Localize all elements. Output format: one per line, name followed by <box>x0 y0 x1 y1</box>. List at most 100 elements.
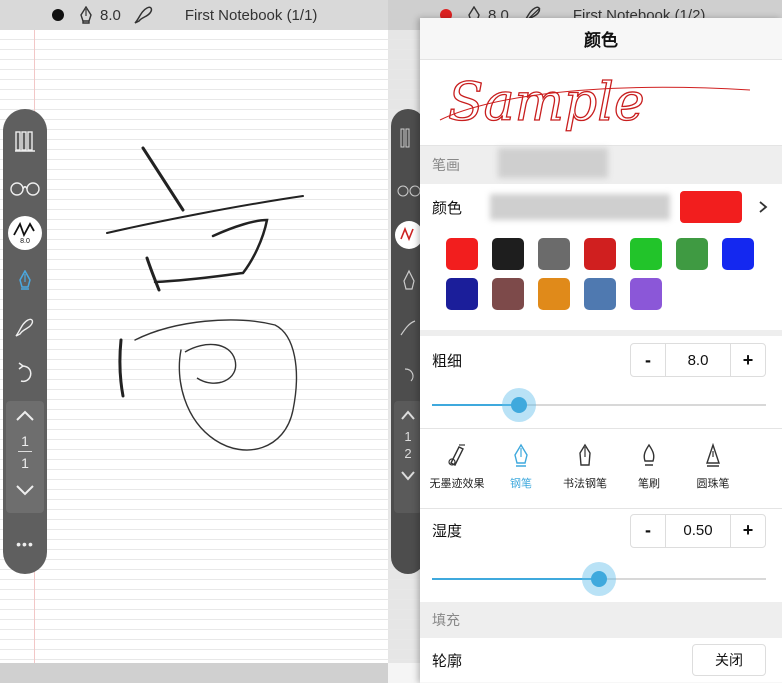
section-stroke-label: 笔画 <box>432 157 460 173</box>
page-down-button[interactable] <box>6 479 44 501</box>
fountain-pen-icon <box>514 443 528 467</box>
color-indicator[interactable] <box>52 9 64 21</box>
pen-size-button[interactable]: 8.0 <box>3 213 47 253</box>
thickness-row: 粗细 - 8.0 + <box>420 336 782 384</box>
pen-type-option[interactable]: 圆珠笔 <box>678 429 748 491</box>
brush-button[interactable] <box>3 307 47 347</box>
color-swatch[interactable] <box>584 278 616 310</box>
pen-size-badge: 8.0 <box>20 238 30 245</box>
blurred-area <box>498 148 608 178</box>
thickness-slider[interactable] <box>432 388 766 422</box>
close-button[interactable]: 关闭 <box>692 644 766 676</box>
chevron-right-icon <box>759 201 768 213</box>
current-color-swatch[interactable] <box>680 191 742 223</box>
page-divider <box>18 451 32 452</box>
page-current: 1 <box>404 429 412 444</box>
pen-size-circle: 8.0 <box>8 216 42 250</box>
blurred-area <box>490 194 670 220</box>
status-bar: 8.0 First Notebook (1/1) <box>0 0 388 30</box>
color-swatch[interactable] <box>446 278 478 310</box>
color-swatch-grid <box>420 230 782 330</box>
pen-type-selector: 无墨迹效果 钢笔 书法钢笔 笔刷 圆珠笔 <box>420 428 782 508</box>
color-swatch[interactable] <box>446 238 478 270</box>
thickness-slider-row <box>420 384 782 428</box>
color-swatch[interactable] <box>492 278 524 310</box>
brush-icon <box>15 318 34 337</box>
pen-type-label: 书法钢笔 <box>563 478 607 490</box>
wetness-stepper: - 0.50 + <box>630 513 766 548</box>
right-screen: 8.0 First Notebook (1/2) 1 2 颜色 Sample 笔… <box>388 0 782 683</box>
wetness-value[interactable]: 0.50 <box>665 514 731 547</box>
outline-row[interactable]: 轮廓 关闭 <box>420 638 782 682</box>
thickness-increase-button[interactable]: + <box>731 344 765 376</box>
pen-type-label: 笔刷 <box>638 478 660 490</box>
wetness-label: 湿度 <box>432 523 463 540</box>
color-swatch[interactable] <box>538 278 570 310</box>
chevron-down-icon <box>16 485 34 496</box>
sample-text: Sample <box>448 73 645 133</box>
wetness-slider-thumb[interactable] <box>582 562 616 596</box>
read-mode-button[interactable] <box>3 169 47 205</box>
pen-icon[interactable] <box>78 6 94 24</box>
sample-preview: Sample <box>420 60 782 146</box>
color-panel: 颜色 Sample 笔画 颜色 粗细 - 8.0 + 无墨迹效果 钢笔 书法钢笔… <box>420 18 782 683</box>
thickness-stepper: - 8.0 + <box>630 343 766 377</box>
ballpoint-pen-icon <box>706 443 720 467</box>
page-navigator-dimmed: 1 2 <box>394 401 422 513</box>
pen-type-label: 钢笔 <box>510 478 532 490</box>
sample-stroke: Sample <box>439 72 751 134</box>
brush-pen-icon <box>643 443 655 466</box>
color-swatch[interactable] <box>538 238 570 270</box>
wetness-increase-button[interactable]: + <box>731 515 765 547</box>
thickness-value[interactable]: 8.0 <box>665 344 731 376</box>
wetness-slider-row <box>420 552 782 602</box>
glasses-icon <box>10 182 40 196</box>
wetness-decrease-button[interactable]: - <box>631 515 665 547</box>
outline-label: 轮廓 <box>432 652 463 670</box>
page-total: 1 <box>21 455 29 471</box>
thickness-label: 粗细 <box>432 352 463 370</box>
color-swatch[interactable] <box>676 238 708 270</box>
color-swatch[interactable] <box>722 238 754 270</box>
pen-type-label: 圆珠笔 <box>696 478 730 490</box>
wetness-slider[interactable] <box>432 562 766 596</box>
more-button[interactable]: ••• <box>3 529 47 559</box>
side-toolbar: 8.0 1 1 ••• <box>3 109 47 574</box>
library-button[interactable] <box>3 123 47 159</box>
pen-type-option[interactable]: 无墨迹效果 <box>422 429 492 491</box>
pen-type-option[interactable]: 笔刷 <box>614 429 684 491</box>
bottom-strip <box>0 663 388 683</box>
page-up-button[interactable] <box>6 405 44 427</box>
calligraphy-pen-icon <box>579 443 591 466</box>
library-icon <box>15 131 35 152</box>
color-label: 颜色 <box>432 199 463 217</box>
chevron-down-icon <box>401 471 415 481</box>
chevron-up-icon <box>16 410 34 421</box>
color-swatch[interactable] <box>492 238 524 270</box>
thickness-decrease-button[interactable]: - <box>631 344 665 376</box>
fountain-pen-button[interactable] <box>3 261 47 301</box>
handwritten-character <box>106 146 304 451</box>
page-navigator: 1 1 <box>6 401 44 513</box>
no-ink-pen-icon <box>448 444 465 466</box>
chevron-up-icon <box>401 410 415 420</box>
pen-type-option[interactable]: 书法钢笔 <box>550 429 620 491</box>
pen-size-value: 8.0 <box>100 6 121 24</box>
section-fill-label: 填充 <box>432 612 460 628</box>
color-row[interactable]: 颜色 <box>420 184 782 230</box>
undo-button[interactable] <box>3 355 47 391</box>
fountain-pen-icon <box>19 270 31 290</box>
thickness-slider-thumb[interactable] <box>501 388 536 422</box>
brush-icon[interactable] <box>133 5 155 25</box>
color-swatch[interactable] <box>630 278 662 310</box>
wetness-row: 湿度 - 0.50 + <box>420 508 782 552</box>
section-fill: 填充 <box>420 602 782 638</box>
pen-type-option[interactable]: 钢笔 <box>486 429 556 491</box>
color-swatch[interactable] <box>584 238 616 270</box>
left-screen: 8.0 First Notebook (1/1) 8.0 1 1 ••• <box>0 0 388 683</box>
undo-icon <box>18 362 32 383</box>
pen-size-icon <box>13 221 35 238</box>
color-swatch[interactable] <box>630 238 662 270</box>
notebook-title: First Notebook (1/1) <box>184 6 318 24</box>
page-total: 2 <box>404 446 412 461</box>
